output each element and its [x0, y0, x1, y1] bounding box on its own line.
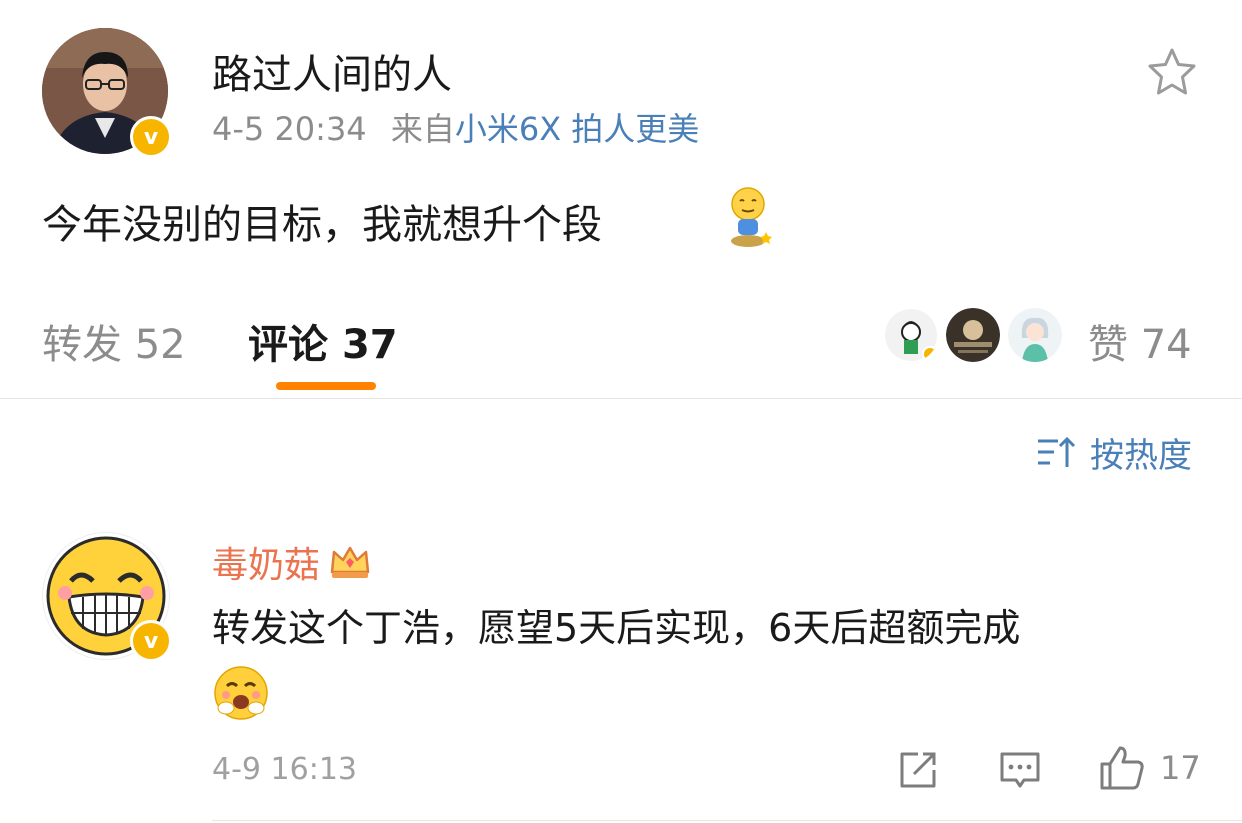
post-text: 今年没别的目标，我就想升个段: [42, 192, 602, 250]
comment-divider: [212, 820, 1242, 821]
verified-badge-icon: v: [130, 620, 172, 662]
comment-like-count: 17: [1160, 749, 1201, 787]
verified-badge-icon: v: [130, 116, 172, 158]
source-prefix: 来自: [390, 110, 455, 148]
likes-label: 赞: [1088, 322, 1128, 368]
liker-avatar[interactable]: [944, 306, 1002, 364]
tabs-divider: [0, 398, 1242, 399]
comment-like-button[interactable]: 17: [1098, 744, 1201, 792]
active-tab-indicator: [276, 382, 376, 390]
likes-summary[interactable]: 赞 74: [1088, 312, 1192, 370]
comment-username[interactable]: 毒奶菇: [212, 536, 320, 588]
post-time: 4-5 20:34: [212, 110, 367, 148]
post-meta: 4-5 20:34 来自小米6X 拍人更美: [212, 104, 699, 150]
repost-icon[interactable]: [896, 748, 940, 792]
tab-repost[interactable]: 转发 52: [42, 312, 186, 370]
post-text-content: 今年没别的目标，我就想升个段: [42, 202, 602, 248]
comment-text-content: 转发这个丁浩，愿望5天后实现，6天后超额完成: [212, 606, 1021, 650]
tab-comments-count: 37: [341, 322, 398, 368]
liker-avatar[interactable]: [882, 306, 940, 364]
author-name[interactable]: 路过人间的人: [212, 42, 452, 100]
post-source[interactable]: 小米6X 拍人更美: [455, 110, 699, 148]
like-icon: [1100, 746, 1144, 790]
sitting-emoji-icon: [726, 186, 774, 248]
tab-repost-count: 52: [134, 322, 186, 368]
sort-button[interactable]: 按热度: [1036, 432, 1192, 476]
tab-comments[interactable]: 评论 37: [248, 312, 398, 370]
sort-label: 按热度: [1090, 435, 1192, 476]
blush-emoji-icon: [212, 664, 270, 722]
likes-count: 74: [1140, 322, 1192, 368]
tab-comments-label: 评论: [248, 322, 328, 368]
sort-icon: [1038, 436, 1076, 467]
tab-repost-label: 转发: [42, 322, 122, 368]
comment-author[interactable]: 毒奶菇: [212, 536, 372, 588]
star-icon[interactable]: [1146, 46, 1198, 98]
comment-text: 转发这个丁浩，愿望5天后实现，6天后超额完成: [212, 598, 1192, 658]
reply-icon[interactable]: [998, 748, 1042, 792]
crown-icon: [330, 546, 370, 578]
liker-avatar[interactable]: [1006, 306, 1064, 364]
comment-time: 4-9 16:13: [212, 752, 357, 787]
